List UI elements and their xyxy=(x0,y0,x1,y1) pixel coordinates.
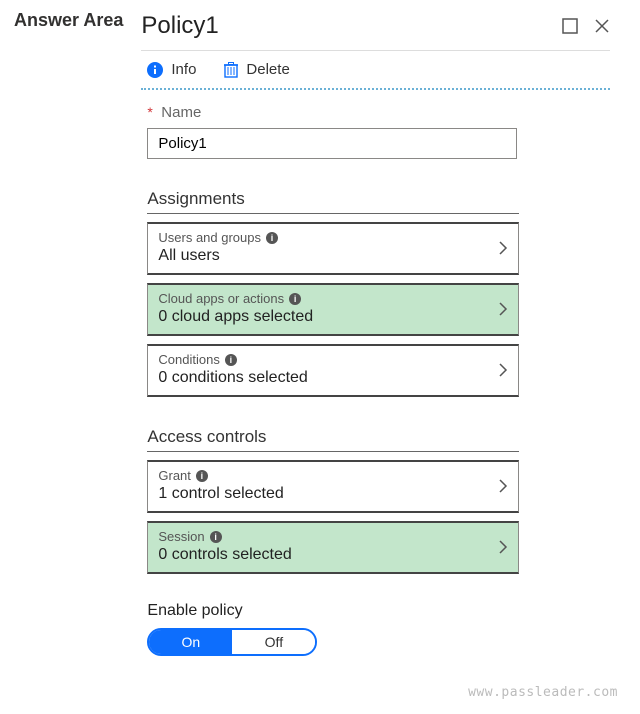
conditions-row[interactable]: Conditions i 0 conditions selected xyxy=(147,344,519,397)
cloud-apps-row[interactable]: Cloud apps or actions i 0 cloud apps sele… xyxy=(147,283,519,336)
chevron-right-icon xyxy=(498,539,508,555)
users-groups-row[interactable]: Users and groups i All users xyxy=(147,222,519,275)
toolbar: Info Delete xyxy=(141,50,610,90)
cloud-apps-value: 0 cloud apps selected xyxy=(158,308,498,326)
chevron-right-icon xyxy=(498,240,508,256)
enable-policy-block: Enable policy On Off xyxy=(147,602,610,656)
delete-button[interactable]: Delete xyxy=(224,61,289,78)
info-dot-icon: i xyxy=(210,531,222,543)
grant-row[interactable]: Granti 1 control selected xyxy=(147,460,519,513)
enable-policy-toggle[interactable]: On Off xyxy=(147,628,317,656)
conditions-label: Conditions xyxy=(158,352,219,367)
info-button[interactable]: Info xyxy=(147,61,196,78)
users-groups-value: All users xyxy=(158,247,498,265)
close-icon[interactable] xyxy=(594,18,610,34)
maximize-icon[interactable] xyxy=(562,18,578,34)
info-dot-icon: i xyxy=(266,232,278,244)
grant-label: Grant xyxy=(158,468,191,483)
policy-panel: Policy1 Info Delete * Name Assignments U… xyxy=(131,0,640,666)
cloud-apps-label: Cloud apps or actions xyxy=(158,291,284,306)
enable-policy-label: Enable policy xyxy=(147,602,610,620)
access-controls-heading: Access controls xyxy=(147,427,519,452)
trash-icon xyxy=(224,62,238,78)
info-dot-icon: i xyxy=(225,354,237,366)
session-value: 0 controls selected xyxy=(158,546,498,564)
watermark: www.passleader.com xyxy=(468,685,618,700)
delete-label: Delete xyxy=(246,61,289,78)
chevron-right-icon xyxy=(498,362,508,378)
assignments-heading: Assignments xyxy=(147,189,519,214)
session-row[interactable]: Session i 0 controls selected xyxy=(147,521,519,574)
info-label: Info xyxy=(171,61,196,78)
grant-value: 1 control selected xyxy=(158,485,498,503)
toggle-off[interactable]: Off xyxy=(232,630,315,654)
session-label: Session xyxy=(158,529,204,544)
info-dot-icon: i xyxy=(289,293,301,305)
toggle-on[interactable]: On xyxy=(149,630,232,654)
name-field-block: * Name xyxy=(141,90,610,159)
page-title: Policy1 xyxy=(141,12,546,40)
name-label: Name xyxy=(161,104,201,121)
chevron-right-icon xyxy=(498,478,508,494)
answer-area-label: Answer Area xyxy=(0,0,131,31)
info-dot-icon: i xyxy=(196,470,208,482)
conditions-value: 0 conditions selected xyxy=(158,369,498,387)
info-icon xyxy=(147,62,163,78)
users-groups-label: Users and groups xyxy=(158,230,261,245)
name-input[interactable] xyxy=(147,128,517,159)
chevron-right-icon xyxy=(498,301,508,317)
required-star: * xyxy=(147,104,152,120)
